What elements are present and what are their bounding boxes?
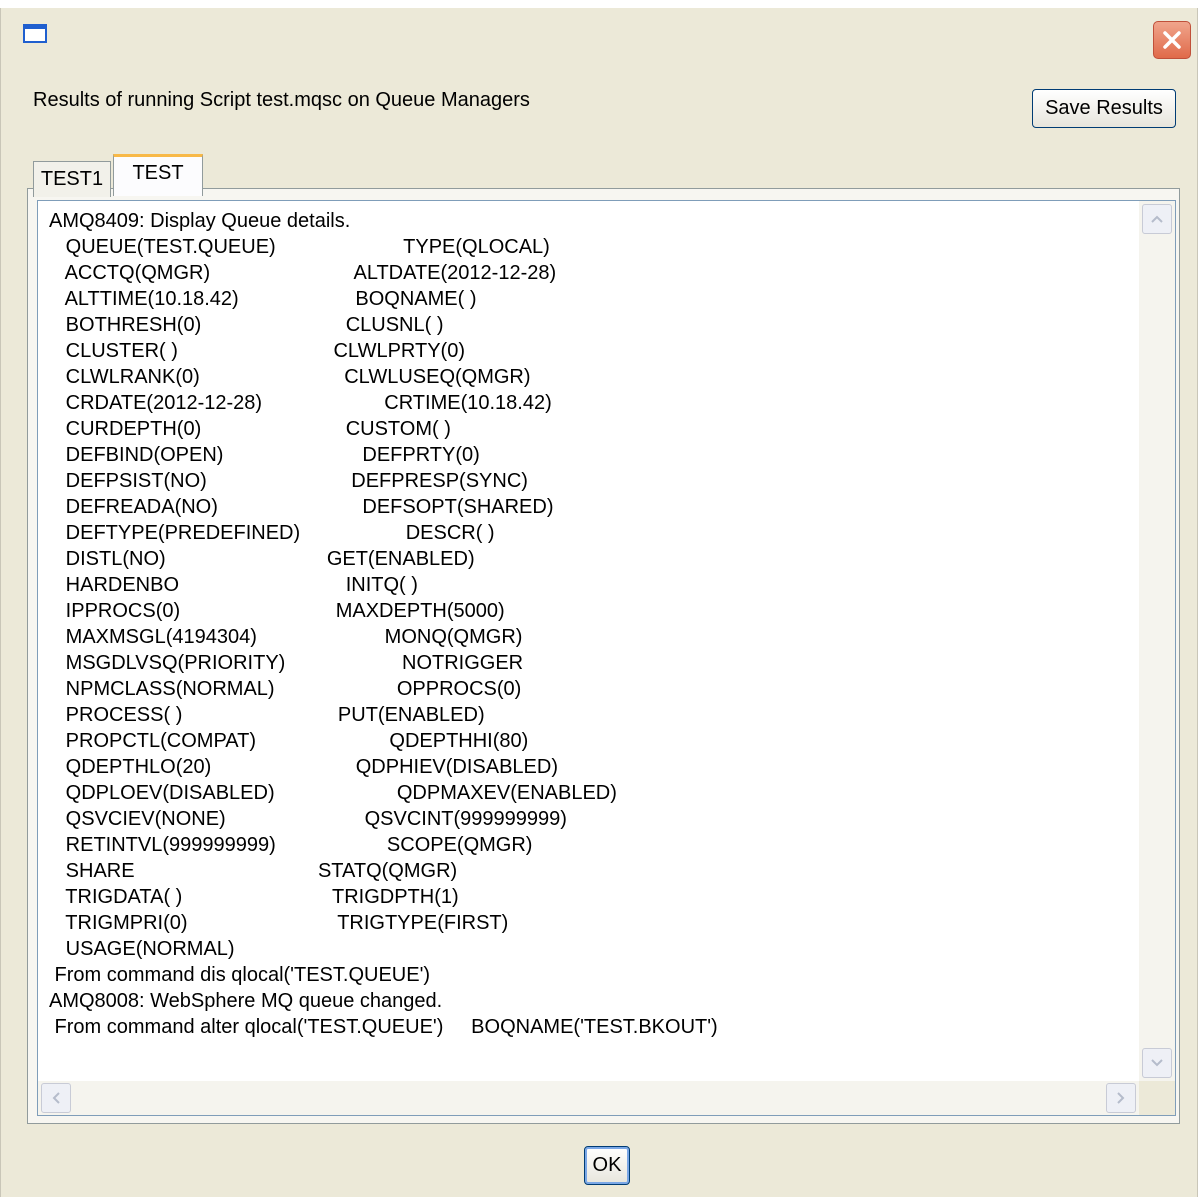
scroll-right-button[interactable] xyxy=(1106,1083,1136,1113)
horizontal-scrollbar[interactable] xyxy=(38,1081,1139,1115)
close-button[interactable] xyxy=(1153,21,1191,59)
ok-button[interactable]: OK xyxy=(584,1146,630,1185)
scroll-up-button[interactable] xyxy=(1142,204,1172,234)
vertical-scrollbar[interactable] xyxy=(1139,201,1175,1081)
output-text-area[interactable]: AMQ8409: Display Queue details. QUEUE(TE… xyxy=(37,200,1176,1116)
chevron-left-icon xyxy=(52,1092,60,1104)
close-icon xyxy=(1163,31,1181,49)
top-margin xyxy=(0,0,1198,8)
tab-test[interactable]: TEST xyxy=(113,154,203,196)
scroll-down-button[interactable] xyxy=(1142,1048,1172,1078)
scrollbar-corner xyxy=(1139,1081,1175,1115)
title-bar xyxy=(1,8,1197,64)
chevron-right-icon xyxy=(1117,1092,1125,1104)
scroll-left-button[interactable] xyxy=(41,1083,71,1113)
output-text: AMQ8409: Display Queue details. QUEUE(TE… xyxy=(49,210,718,1038)
chevron-up-icon xyxy=(1151,215,1163,223)
chevron-down-icon xyxy=(1151,1059,1163,1067)
window-icon xyxy=(23,24,47,43)
results-header-label: Results of running Script test.mqsc on Q… xyxy=(33,89,530,111)
save-results-button[interactable]: Save Results xyxy=(1032,89,1176,128)
tab-test1[interactable]: TEST1 xyxy=(33,161,111,197)
